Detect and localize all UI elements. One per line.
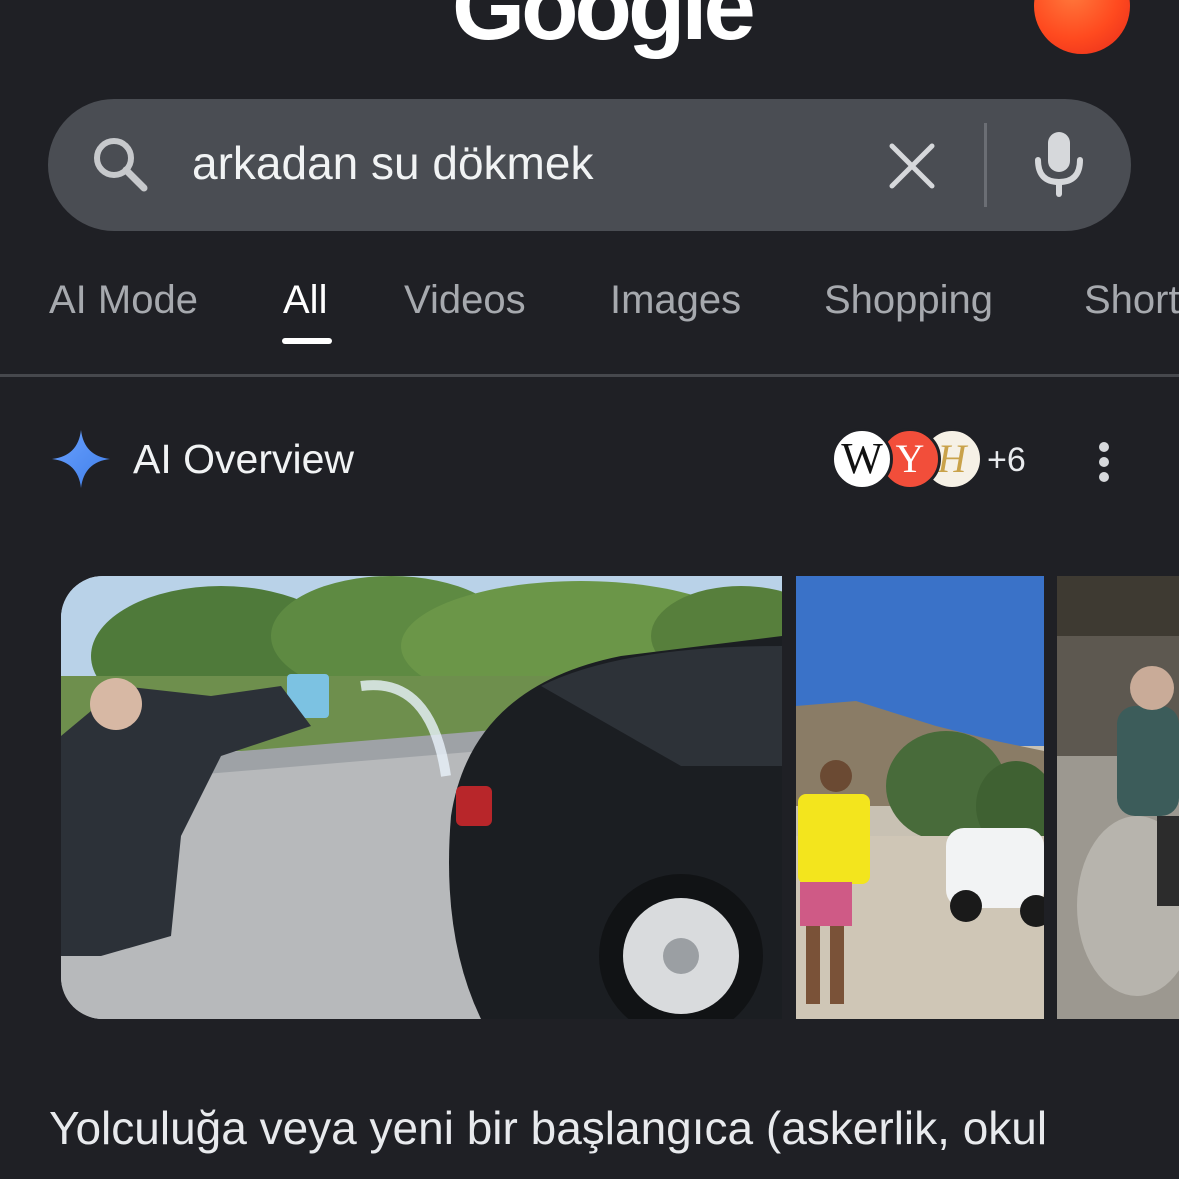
tab-ai-mode[interactable]: AI Mode [49, 272, 198, 328]
search-input[interactable]: arkadan su dökmek [192, 133, 593, 193]
overview-image-car[interactable] [61, 576, 782, 1019]
more-options-icon[interactable] [1094, 441, 1114, 483]
active-tab-indicator [282, 338, 332, 344]
sparkle-icon [52, 430, 110, 488]
tabs-divider [0, 374, 1179, 377]
tab-all[interactable]: All [283, 272, 327, 328]
search-icon[interactable] [88, 132, 152, 196]
clear-icon[interactable] [882, 136, 942, 196]
google-logo[interactable]: Google [452, 0, 756, 54]
search-bar-divider [984, 123, 987, 207]
tab-videos[interactable]: Videos [404, 272, 526, 328]
more-sources-count[interactable]: +6 [987, 436, 1026, 484]
tab-short[interactable]: Short [1084, 272, 1179, 328]
source-wikipedia-icon[interactable]: W [831, 428, 893, 490]
search-results-page: Google arkadan su dökmek AI Mode All Vid… [0, 0, 1179, 1179]
overview-image-man[interactable] [1057, 576, 1179, 1019]
account-avatar[interactable] [1034, 0, 1130, 54]
overview-image-yellow-shirt[interactable] [796, 576, 1044, 1019]
microphone-icon[interactable] [1030, 128, 1088, 198]
ai-overview-text: Yolculuğa veya yeni bir başlangıca (aske… [49, 1102, 1048, 1154]
tab-shopping[interactable]: Shopping [824, 272, 993, 328]
tab-images[interactable]: Images [610, 272, 741, 328]
ai-overview-title: AI Overview [133, 436, 354, 482]
